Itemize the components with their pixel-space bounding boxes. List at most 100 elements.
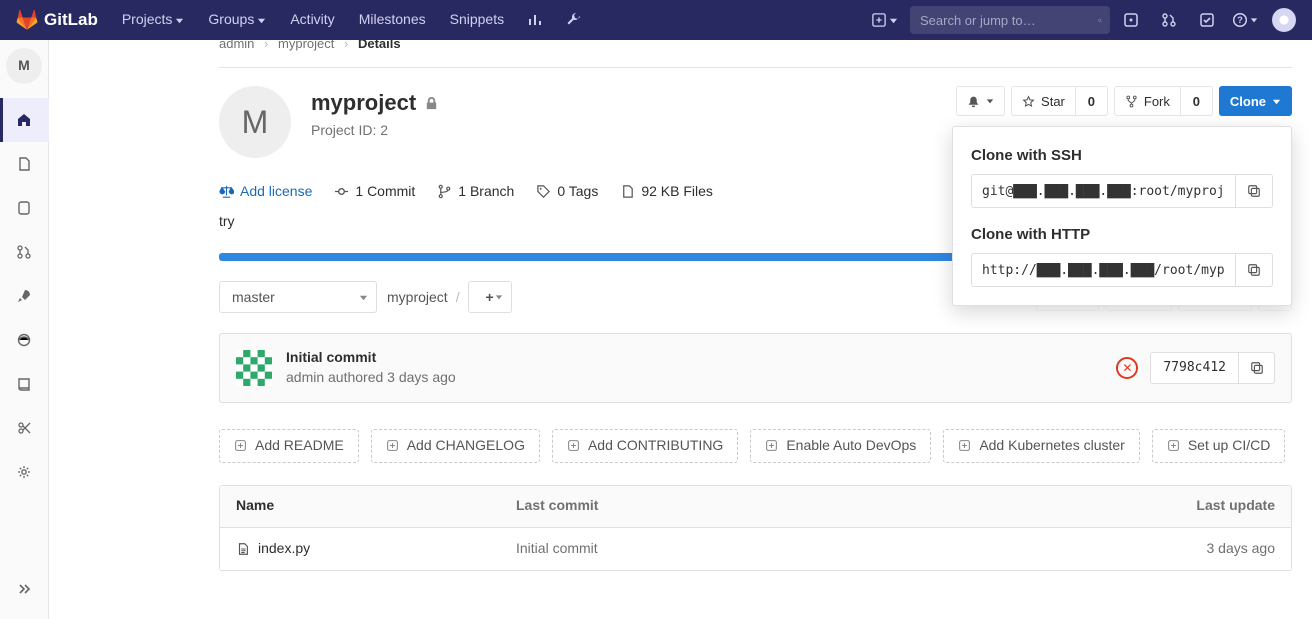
table-row[interactable]: index.py Initial commit 3 days ago — [220, 528, 1291, 570]
file-last-commit[interactable]: Initial commit — [516, 539, 1115, 559]
copy-http-button[interactable] — [1235, 253, 1273, 287]
sidebar-repository[interactable] — [0, 142, 49, 186]
header-new-dropdown[interactable] — [864, 6, 906, 34]
nav-admin-wrench-icon[interactable] — [556, 0, 590, 40]
breadcrumb-project[interactable]: myproject — [278, 40, 334, 51]
chip-add-changelog[interactable]: Add CHANGELOG — [371, 429, 540, 463]
brand-logo[interactable]: GitLab — [16, 8, 98, 32]
fork-count[interactable]: 0 — [1181, 86, 1213, 116]
table-header-row: Name Last commit Last update — [220, 486, 1291, 528]
commit-subtitle: admin authored 3 days ago — [286, 368, 456, 388]
bell-icon — [967, 95, 980, 108]
caret-down-icon — [986, 97, 994, 105]
scissors-icon — [16, 420, 32, 436]
copy-icon — [1247, 263, 1261, 277]
pipeline-status-failed-icon[interactable]: ✕ — [1116, 357, 1138, 379]
sidebar-expand[interactable] — [0, 567, 49, 611]
caret-down-icon — [175, 16, 184, 25]
star-icon — [1022, 95, 1035, 108]
user-avatar[interactable] — [1272, 8, 1296, 32]
setup-chips: Add README Add CHANGELOG Add CONTRIBUTIN… — [219, 429, 1292, 463]
caret-down-icon — [1272, 97, 1281, 106]
sidebar-settings[interactable] — [0, 450, 49, 494]
header-issues-icon[interactable] — [1114, 0, 1148, 40]
nav-metrics-icon[interactable] — [518, 0, 552, 40]
th-update: Last update — [1115, 496, 1275, 516]
plus-square-icon — [234, 439, 247, 452]
add-license-link[interactable]: Add license — [219, 182, 312, 202]
file-icon — [236, 542, 250, 556]
copy-icon — [1247, 184, 1261, 198]
merge-icon — [16, 244, 32, 260]
caret-down-icon — [1250, 16, 1258, 24]
caret-down-icon — [257, 16, 266, 25]
commit-sha[interactable]: 7798c412 — [1150, 352, 1239, 384]
project-id: Project ID: 2 — [311, 121, 439, 141]
commits-stat[interactable]: 1 Commit — [334, 182, 415, 202]
copy-icon — [1250, 361, 1264, 375]
global-search[interactable] — [910, 6, 1110, 34]
plus-square-icon — [958, 439, 971, 452]
book-icon — [16, 376, 32, 392]
chip-setup-cicd[interactable]: Set up CI/CD — [1152, 429, 1285, 463]
chip-add-readme[interactable]: Add README — [219, 429, 359, 463]
svg-text:?: ? — [1237, 15, 1243, 25]
nav-milestones[interactable]: Milestones — [349, 0, 436, 40]
operations-icon — [16, 332, 32, 348]
file-last-update: 3 days ago — [1115, 539, 1275, 559]
clone-http-title: Clone with HTTP — [971, 224, 1273, 245]
copy-ssh-button[interactable] — [1235, 174, 1273, 208]
tags-stat[interactable]: 0 Tags — [536, 182, 598, 202]
commit-title[interactable]: Initial commit — [286, 348, 456, 368]
th-commit: Last commit — [516, 496, 1115, 516]
copy-sha-button[interactable] — [1239, 352, 1275, 384]
chip-enable-autodevops[interactable]: Enable Auto DevOps — [750, 429, 931, 463]
search-input[interactable] — [918, 12, 1098, 29]
star-button[interactable]: Star — [1011, 86, 1076, 116]
sidebar-cicd[interactable] — [0, 274, 49, 318]
branches-stat[interactable]: 1 Branch — [437, 182, 514, 202]
clone-http-input[interactable] — [971, 253, 1235, 287]
sidebar-merge-requests[interactable] — [0, 230, 49, 274]
header-help-icon[interactable]: ? — [1228, 0, 1262, 40]
project-avatar: M — [219, 86, 291, 158]
project-title: myproject — [311, 88, 439, 119]
doc-icon — [16, 156, 32, 172]
issues-icon — [16, 200, 32, 216]
brand-text: GitLab — [44, 8, 98, 32]
sidebar-project-avatar[interactable]: M — [6, 48, 42, 84]
branch-icon — [437, 184, 452, 199]
clone-ssh-input[interactable] — [971, 174, 1235, 208]
sidebar-wiki[interactable] — [0, 362, 49, 406]
sidebar-operations[interactable] — [0, 318, 49, 362]
nav-groups[interactable]: Groups — [198, 0, 276, 40]
home-icon — [16, 112, 32, 128]
add-file-dropdown[interactable]: + — [468, 281, 512, 313]
fork-button[interactable]: Fork — [1114, 86, 1181, 116]
header-mrs-icon[interactable] — [1152, 0, 1186, 40]
files-stat[interactable]: 92 KB Files — [620, 182, 713, 202]
gear-icon — [16, 464, 32, 480]
last-commit-panel: Initial commit admin authored 3 days ago… — [219, 333, 1292, 402]
tanuki-icon — [16, 9, 38, 31]
star-count[interactable]: 0 — [1076, 86, 1108, 116]
clone-popover: Clone with SSH Clone with HTTP — [952, 126, 1292, 306]
path-root[interactable]: myproject — [387, 288, 448, 308]
clone-button[interactable]: Clone — [1219, 86, 1292, 116]
nav-activity[interactable]: Activity — [280, 0, 344, 40]
commit-author-identicon — [236, 350, 272, 386]
header-todos-icon[interactable] — [1190, 0, 1224, 40]
breadcrumb: admin › myproject › Details — [219, 40, 1292, 59]
nav-snippets[interactable]: Snippets — [440, 0, 514, 40]
breadcrumb-admin[interactable]: admin — [219, 40, 254, 51]
sidebar-issues[interactable] — [0, 186, 49, 230]
nav-projects[interactable]: Projects — [112, 0, 195, 40]
chip-add-kubernetes[interactable]: Add Kubernetes cluster — [943, 429, 1140, 463]
sidebar-snippets[interactable] — [0, 406, 49, 450]
chip-add-contributing[interactable]: Add CONTRIBUTING — [552, 429, 738, 463]
sidebar-project-overview[interactable] — [0, 98, 49, 142]
commit-icon — [334, 184, 349, 199]
chevrons-right-icon — [16, 581, 32, 597]
branch-select[interactable]: master — [219, 281, 377, 313]
notifications-dropdown[interactable] — [956, 86, 1005, 116]
